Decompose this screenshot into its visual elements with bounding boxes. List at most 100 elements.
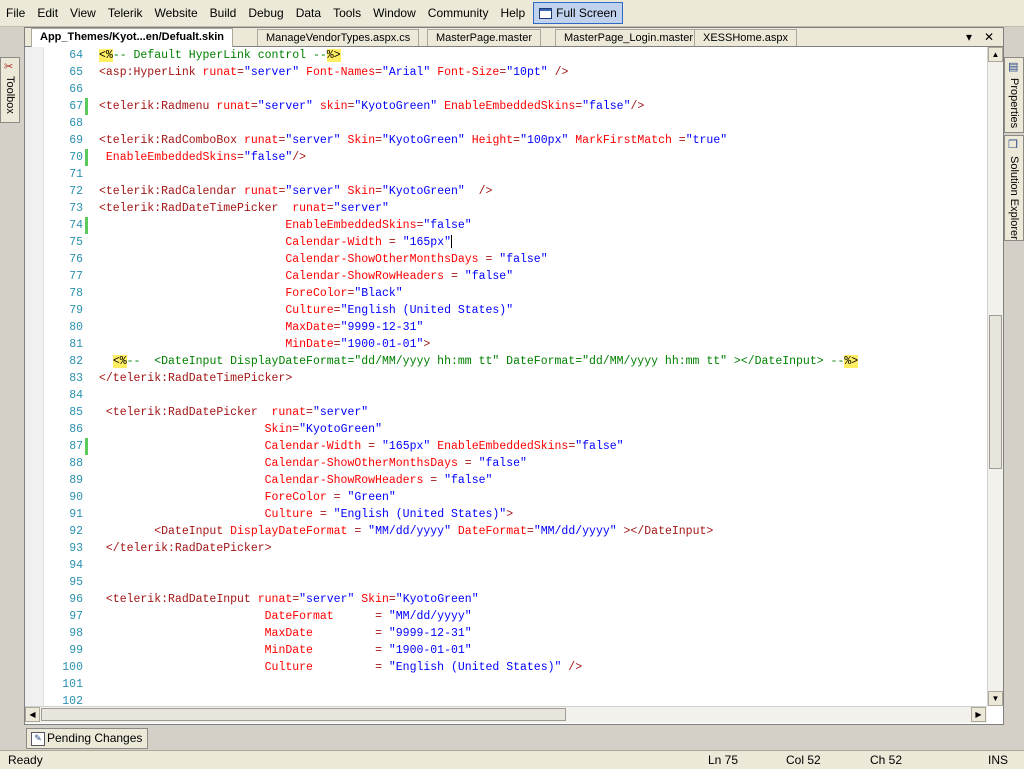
- scroll-up-button[interactable]: ▲: [988, 47, 1003, 62]
- code-token: =: [333, 610, 389, 623]
- scroll-right-button[interactable]: ▶: [971, 707, 986, 722]
- code-line[interactable]: 94: [25, 557, 985, 574]
- code-line[interactable]: 96 <telerik:RadDateInput runat = "server" …: [25, 591, 985, 608]
- line-number: 76: [69, 253, 83, 266]
- code-line[interactable]: 93 </telerik:RadDatePicker>: [25, 540, 985, 557]
- code-line[interactable]: 89 Calendar-ShowRowHeaders = "false": [25, 472, 985, 489]
- code-token: <telerik:RadComboBox: [99, 134, 244, 147]
- scroll-down-button[interactable]: ▼: [988, 691, 1003, 706]
- code-text: Culture = "English (United States)">: [99, 506, 513, 523]
- code-line[interactable]: 64 <%-- Default HyperLink control --%>: [25, 47, 985, 64]
- toolbox-tab[interactable]: ✂ Toolbox: [0, 57, 20, 123]
- code-line[interactable]: 101: [25, 676, 985, 693]
- line-number: 66: [69, 83, 83, 96]
- code-token: "1900-01-01": [340, 338, 424, 351]
- code-line[interactable]: 74 EnableEmbeddedSkins="false": [25, 217, 985, 234]
- tab-document-4[interactable]: XESSHome.aspx: [694, 29, 797, 46]
- code-line[interactable]: 88 Calendar-ShowOtherMonthsDays = "false…: [25, 455, 985, 472]
- menu-window[interactable]: Window: [367, 0, 422, 26]
- code-line[interactable]: 68: [25, 115, 985, 132]
- tab-document-3[interactable]: MasterPage_Login.master: [555, 29, 703, 46]
- tab-list-dropdown-icon[interactable]: ▾: [961, 28, 977, 46]
- code-line[interactable]: 98 MaxDate = "9999-12-31": [25, 625, 985, 642]
- code-line[interactable]: 65 <asp:HyperLink runat="server" Font-Nam…: [25, 64, 985, 81]
- full-screen-button[interactable]: Full Screen: [533, 2, 623, 24]
- code-line[interactable]: 78 ForeColor="Black": [25, 285, 985, 302]
- menu-website[interactable]: Website: [149, 0, 204, 26]
- menu-help[interactable]: Help: [494, 0, 531, 26]
- code-text: Calendar-ShowOtherMonthsDays = "false": [99, 455, 527, 472]
- code-text: <telerik:RadDatePicker runat="server": [99, 404, 368, 421]
- code-token: "100px": [520, 134, 569, 147]
- line-number: 87: [69, 440, 83, 453]
- code-text: <telerik:RadDateInput runat = "server" Ski…: [99, 591, 479, 608]
- tab-document-1[interactable]: ManageVendorTypes.aspx.cs: [257, 29, 420, 46]
- horizontal-scroll-thumb[interactable]: [41, 708, 566, 721]
- menu-edit[interactable]: Edit: [31, 0, 64, 26]
- full-screen-label: Full Screen: [556, 6, 617, 20]
- code-line[interactable]: 83 </telerik:RadDateTimePicker>: [25, 370, 985, 387]
- code-line[interactable]: 79 Culture="English (United States)": [25, 302, 985, 319]
- code-line[interactable]: 75 Calendar-Width = "165px": [25, 234, 985, 251]
- menu-build[interactable]: Build: [204, 0, 243, 26]
- code-token: "server": [285, 185, 341, 198]
- code-line[interactable]: 66: [25, 81, 985, 98]
- solution-explorer-tab[interactable]: ❒ Solution Explorer: [1004, 135, 1024, 241]
- pending-changes-tab[interactable]: ✎ Pending Changes: [26, 728, 149, 749]
- menu-data[interactable]: Data: [290, 0, 327, 26]
- menu-file[interactable]: File: [0, 0, 31, 26]
- code-token: Calendar-ShowRowHeaders: [264, 474, 424, 487]
- code-line[interactable]: 90 ForeColor = "Green": [25, 489, 985, 506]
- code-line[interactable]: 67 <telerik:Radmenu runat="server" skin="…: [25, 98, 985, 115]
- code-line[interactable]: 100 Culture = "English (United States)" …: [25, 659, 985, 676]
- scroll-left-button[interactable]: ◀: [25, 707, 40, 722]
- menu-view[interactable]: View: [64, 0, 102, 26]
- code-line[interactable]: 99 MinDate = "1900-01-01": [25, 642, 985, 659]
- code-line[interactable]: 102: [25, 693, 985, 706]
- close-document-icon[interactable]: ✕: [981, 28, 997, 46]
- horizontal-scrollbar[interactable]: ◀ ▶: [25, 706, 987, 723]
- code-text: ForeColor="Black": [99, 285, 402, 302]
- code-line[interactable]: 82 <%-- <DateInput DisplayDateFormat="dd…: [25, 353, 985, 370]
- code-line[interactable]: 91 Culture = "English (United States)">: [25, 506, 985, 523]
- code-line[interactable]: 86 Skin="KyotoGreen": [25, 421, 985, 438]
- code-line[interactable]: 95: [25, 574, 985, 591]
- code-line[interactable]: 69 <telerik:RadComboBox runat = "server" Sk…: [25, 132, 985, 149]
- line-number: 92: [69, 525, 83, 538]
- code-text: Culture="English (United States)": [99, 302, 513, 319]
- code-line[interactable]: 77 Calendar-ShowRowHeaders = "false": [25, 268, 985, 285]
- code-line[interactable]: 97 DateFormat = "MM/dd/yyyy": [25, 608, 985, 625]
- properties-tab[interactable]: ▤ Properties: [1004, 57, 1024, 133]
- menu-community[interactable]: Community: [422, 0, 495, 26]
- vertical-scrollbar[interactable]: ▲ ▼: [987, 47, 1003, 706]
- code-text: Culture = "English (United States)" />: [99, 659, 582, 676]
- code-token: "server": [243, 66, 300, 79]
- code-token: =: [375, 185, 382, 198]
- changed-line-marker: [85, 98, 88, 115]
- tab-document-0[interactable]: App_Themes/Kyot...en/Defualt.skin: [31, 28, 233, 47]
- vertical-scroll-thumb[interactable]: [989, 315, 1002, 469]
- code-line[interactable]: 80 MaxDate="9999-12-31": [25, 319, 985, 336]
- tab-document-2[interactable]: MasterPage.master: [427, 29, 541, 46]
- code-line[interactable]: 73 <telerik:RadDateTimePicker runat="serv…: [25, 200, 985, 217]
- code-line[interactable]: 92 <DateInput DisplayDateFormat = "MM/dd…: [25, 523, 985, 540]
- code-line[interactable]: 85 <telerik:RadDatePicker runat="server": [25, 404, 985, 421]
- code-line[interactable]: 71: [25, 166, 985, 183]
- code-token: <telerik:Radmenu: [99, 100, 217, 113]
- code-line[interactable]: 87 Calendar-Width = "165px" EnableEmbedd…: [25, 438, 985, 455]
- code-token: EnableEmbeddedSkins: [437, 440, 569, 453]
- code-line[interactable]: 76 Calendar-ShowOtherMonthsDays = "false…: [25, 251, 985, 268]
- menu-debug[interactable]: Debug: [242, 0, 289, 26]
- code-line[interactable]: 70 EnableEmbeddedSkins="false"/>: [25, 149, 985, 166]
- line-number: 64: [69, 49, 83, 62]
- code-line[interactable]: 72 <telerik:RadCalendar runat = "server" Sk…: [25, 183, 985, 200]
- menu-tools[interactable]: Tools: [327, 0, 367, 26]
- code-editor[interactable]: 64 <%-- Default HyperLink control --%> 65 <…: [25, 47, 987, 706]
- menu-telerik[interactable]: Telerik: [102, 0, 149, 26]
- line-number: 77: [69, 270, 83, 283]
- code-line[interactable]: 84: [25, 387, 985, 404]
- code-line[interactable]: 81 MinDate="1900-01-01">: [25, 336, 985, 353]
